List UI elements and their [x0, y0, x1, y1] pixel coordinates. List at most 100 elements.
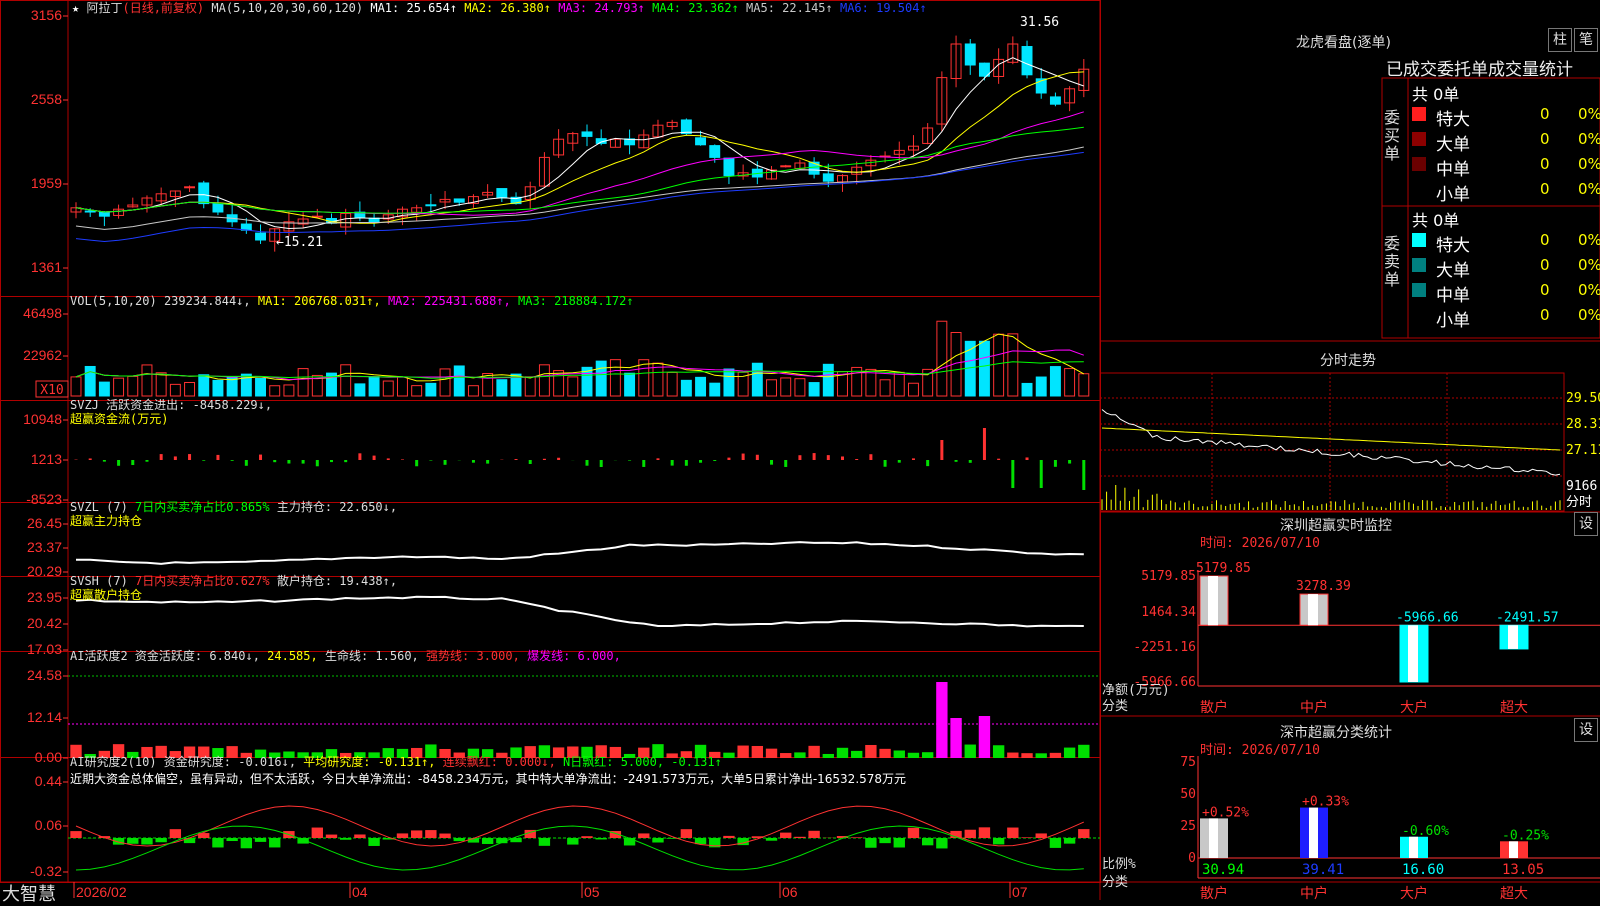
dragon-row-count: 0 — [1540, 306, 1550, 324]
volume-bar — [383, 381, 393, 396]
x-axis-label: 07 — [1012, 884, 1028, 900]
category-value: 39.41 — [1302, 862, 1344, 878]
ma-indicator-label: MA(5,10,20,30,60,120) — [211, 1, 363, 15]
svzj-label: SVZJ 活跃资金进出: -8458.229↓, — [70, 398, 272, 412]
volume-bar — [1008, 334, 1018, 396]
research-chart[interactable] — [68, 806, 1100, 870]
vol-tick: 46498 — [23, 305, 62, 321]
flow-bar — [486, 460, 489, 464]
volume-bar — [355, 384, 365, 396]
volume-bar — [213, 380, 223, 396]
svsh-tick: 17.03 — [27, 641, 62, 657]
volume-bar — [823, 364, 833, 396]
tick-view-button[interactable]: 笔 — [1574, 28, 1598, 52]
activity-bar — [936, 682, 947, 758]
volume-bar — [781, 378, 791, 396]
volume-bar — [937, 321, 947, 396]
tab-filled[interactable]: 已成交 — [1386, 60, 1437, 80]
candle-body — [710, 146, 720, 158]
category-y-tick: 50 — [1180, 787, 1196, 802]
flow-bar — [1054, 460, 1057, 467]
active-label: AI活跃度2 资金活跃度: 6.840↓, — [70, 649, 260, 663]
activity-bar — [794, 752, 805, 758]
monitor-bar-highlight — [1408, 625, 1418, 682]
tab-orders[interactable]: 委托单 — [1437, 60, 1488, 80]
panel-frame-0 — [1, 1, 1101, 297]
volume-bar — [667, 373, 677, 396]
activity-bar — [879, 749, 890, 758]
svzl-sub: 超赢主力持仓 — [70, 514, 397, 528]
flow-bar — [117, 460, 120, 466]
research-bar — [936, 838, 947, 848]
svzl-tick: 23.37 — [27, 539, 62, 555]
tab-volume-stats[interactable]: 成交量统计 — [1488, 60, 1573, 80]
monitor-axis-label: 净额(万元) — [1102, 683, 1170, 698]
category-change: -0.25% — [1502, 828, 1549, 843]
category-y-tick: 75 — [1180, 755, 1196, 770]
ma-line-1 — [76, 58, 1084, 229]
flow-bar — [983, 428, 986, 460]
volume-bar — [809, 383, 819, 396]
flow-bar — [955, 460, 958, 462]
research-bar — [1078, 829, 1089, 838]
volume-bar — [341, 365, 351, 396]
research-bar — [965, 830, 976, 838]
ma-value-6: MA6: 19.504↑ — [833, 1, 927, 15]
svsh-tick: 20.42 — [27, 615, 62, 631]
monitor-settings-button[interactable]: 设 — [1574, 512, 1598, 536]
activity-bar — [908, 753, 919, 758]
svzj-tick: -8523 — [26, 491, 62, 507]
dragon-row-pct: 0% — [1578, 130, 1600, 148]
dragon-side-label: 委买单 — [1384, 109, 1404, 163]
svzl-chart[interactable] — [76, 542, 1084, 564]
activity-chart[interactable] — [68, 676, 1100, 758]
dragon-tabs[interactable]: 已成交委托单成交量统计 — [1386, 55, 1573, 80]
volume-bar — [568, 377, 578, 396]
research-bar — [226, 838, 237, 841]
bar-view-button[interactable]: 柱 — [1548, 28, 1572, 52]
dragon-row-name: 中单 — [1436, 155, 1470, 180]
candle-body — [426, 205, 436, 206]
monitor-y-tick: 1464.34 — [1141, 605, 1196, 620]
research-header: AI研究度2(10) 资金研究度: -0.016↓, 平均研究度: -0.131… — [70, 755, 722, 769]
volume-bar — [994, 334, 1004, 396]
volume-bar — [795, 379, 805, 396]
activity-bar — [823, 754, 834, 758]
high-price-label: 31.56 — [1020, 15, 1059, 30]
flow-bar — [770, 460, 773, 465]
flow-bar — [415, 460, 418, 466]
dragon-row-swatch — [1412, 258, 1426, 272]
intraday-unit: 分时 — [1566, 495, 1592, 510]
svzj-chart[interactable] — [75, 428, 1086, 490]
x-axis-label: 2026/02 — [76, 884, 127, 900]
category-value: 30.94 — [1202, 862, 1244, 878]
volume-bar — [880, 380, 890, 396]
vol-unit: X10 — [40, 383, 63, 398]
flow-bar — [231, 460, 234, 461]
dragon-row-name: 大单 — [1436, 256, 1470, 281]
research-bar — [454, 838, 465, 841]
vol-header: VOL(5,10,20) 239234.844↓, MA1: 206768.03… — [70, 294, 634, 308]
flow-bar — [543, 459, 546, 460]
activity-bar — [979, 716, 990, 758]
ma-value-labels: MA1: 25.654↑ MA2: 26.380↑ MA3: 24.793↑ M… — [370, 1, 926, 15]
research-bar — [368, 838, 379, 846]
research-bar — [127, 838, 138, 844]
svsh-label: SVSH (7) — [70, 574, 128, 588]
dragon-row-count: 0 — [1540, 130, 1550, 148]
kline-header: ★ 阿拉丁(日线,前复权) MA(5,10,20,30,60,120) MA1:… — [72, 1, 927, 15]
volume-chart[interactable] — [71, 321, 1089, 396]
category-settings-button[interactable]: 设 — [1574, 718, 1598, 742]
research-bar — [794, 837, 805, 838]
candlestick-chart[interactable]: 31.56←15.21 — [71, 15, 1089, 252]
candle-body — [85, 211, 95, 212]
research-bar — [766, 838, 777, 841]
vol-ma3: MA3: 218884.172↑ — [518, 294, 634, 308]
research-bar — [652, 838, 663, 842]
research-bar — [638, 833, 649, 838]
activity-bar — [766, 749, 777, 758]
research-bar — [624, 838, 635, 845]
dragon-row-count: 0 — [1540, 180, 1550, 198]
flow-bar — [727, 458, 730, 460]
flow-bar — [160, 454, 163, 460]
